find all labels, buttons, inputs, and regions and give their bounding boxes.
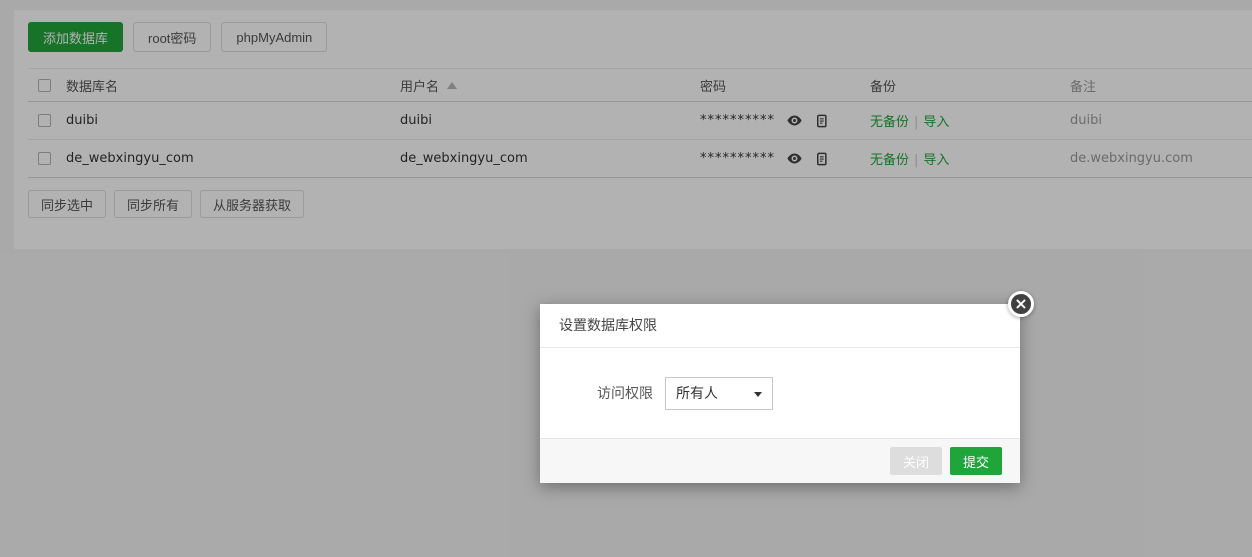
close-button[interactable]: 关闭 xyxy=(889,447,942,475)
modal-header: 设置数据库权限 xyxy=(540,304,1020,348)
chevron-down-icon xyxy=(754,391,762,397)
set-permissions-modal: × 设置数据库权限 访问权限 所有人 关闭 提交 xyxy=(540,291,1034,483)
access-permission-select[interactable]: 所有人 xyxy=(665,376,773,410)
close-icon: × xyxy=(1014,294,1028,313)
modal-title: 设置数据库权限 xyxy=(559,318,657,334)
submit-button[interactable]: 提交 xyxy=(949,447,1002,475)
select-value: 所有人 xyxy=(676,386,718,402)
modal-footer: 关闭 提交 xyxy=(540,438,1020,483)
modal-close-button[interactable]: × xyxy=(1008,291,1034,317)
modal-body: 访问权限 所有人 xyxy=(540,348,1020,438)
access-permission-label: 访问权限 xyxy=(597,386,653,402)
